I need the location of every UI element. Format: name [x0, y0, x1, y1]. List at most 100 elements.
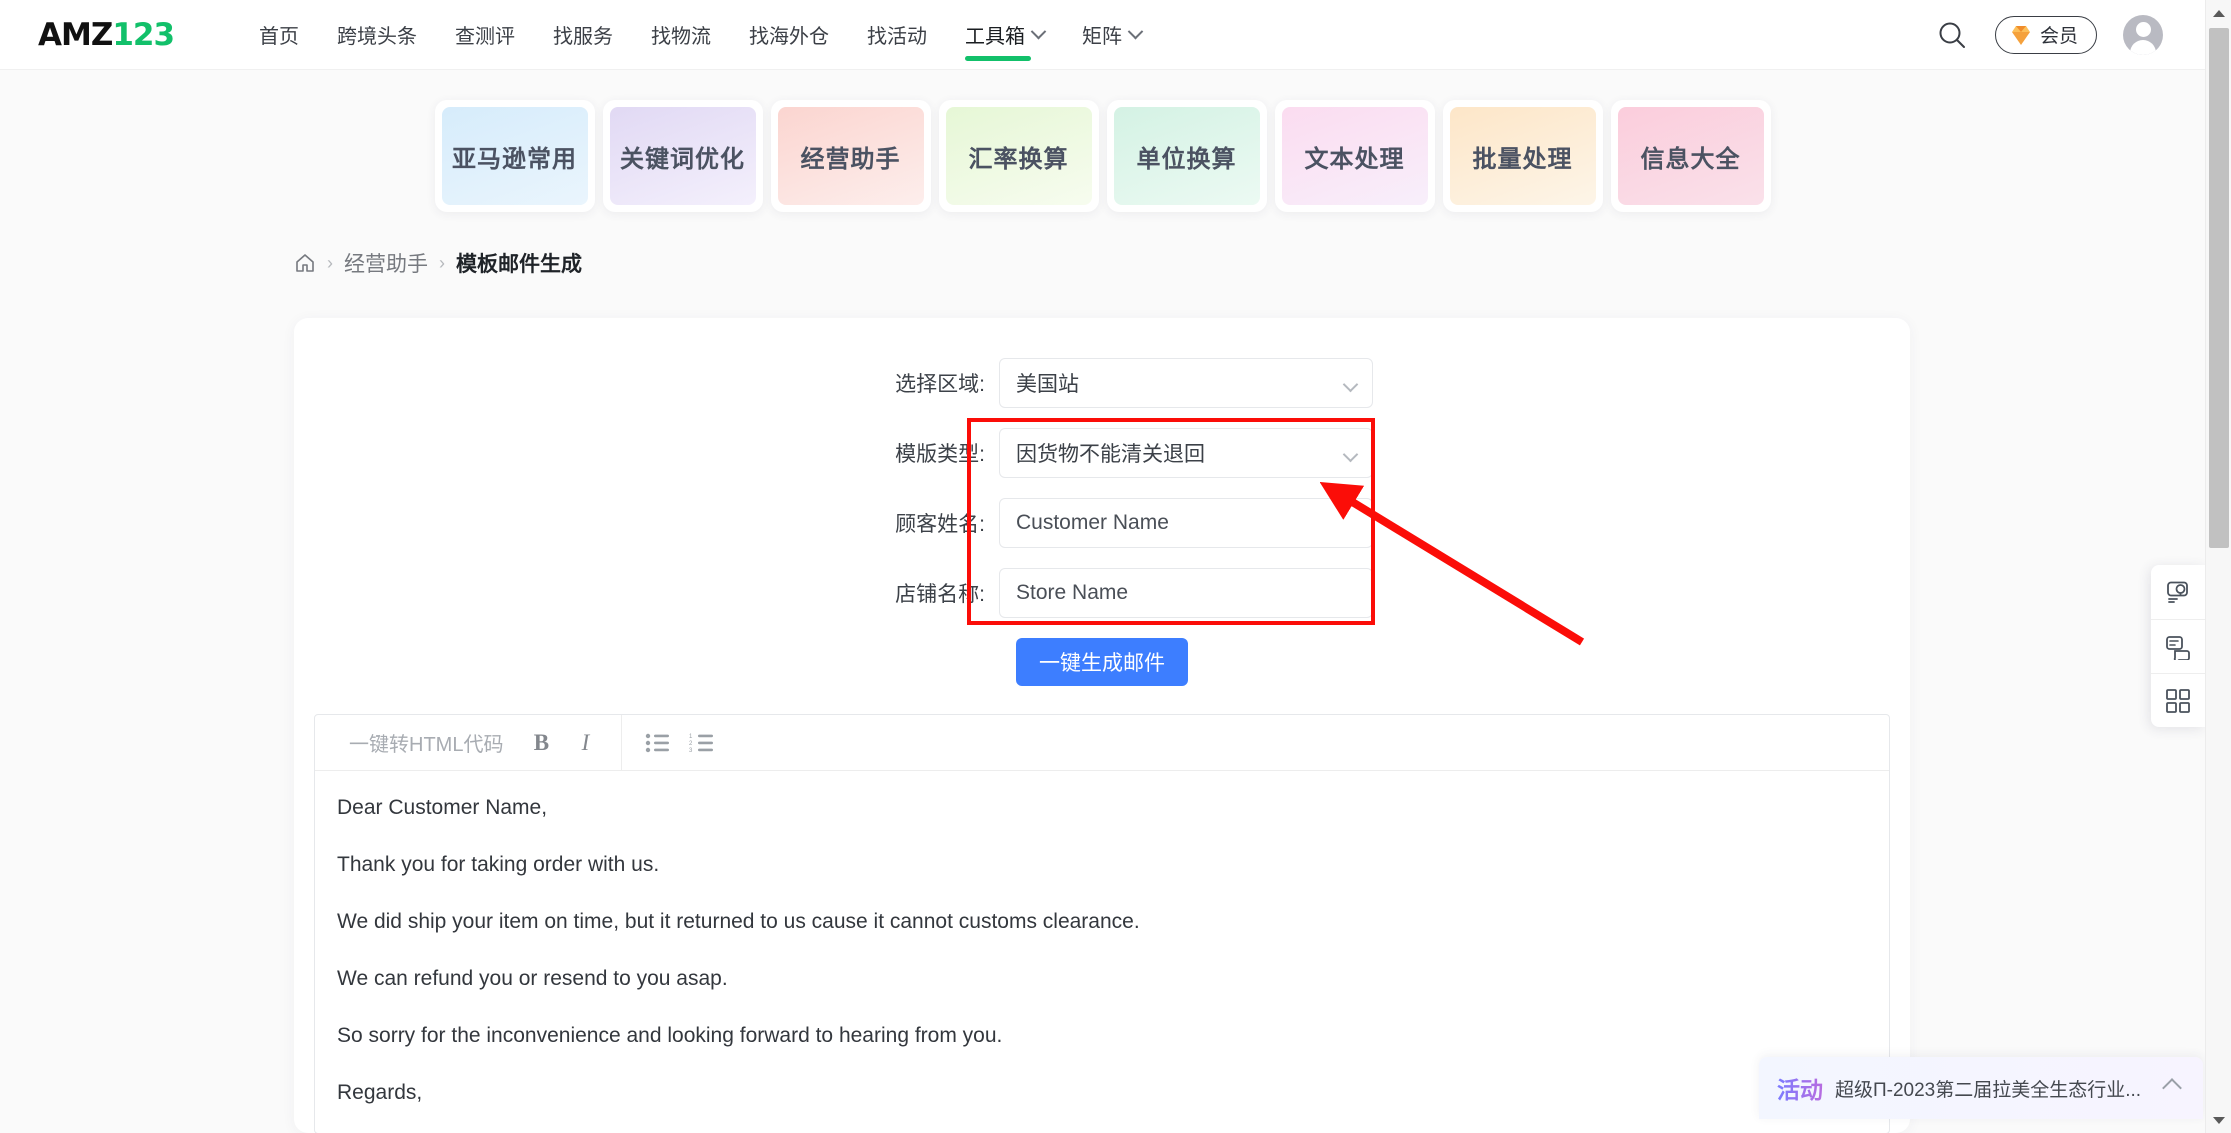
editor-toolbar: 一键转HTML代码 B I 1 2 3 [315, 715, 1889, 771]
toolbar-divider [621, 715, 623, 771]
nav-label: 找海外仓 [749, 26, 830, 48]
chevron-down-icon [1342, 446, 1359, 463]
nav-item-home[interactable]: 首页 [240, 0, 318, 70]
nav-item-matrix[interactable]: 矩阵 [1063, 0, 1160, 70]
generate-email-button[interactable]: 一键生成邮件 [1016, 638, 1188, 686]
chevron-up-icon[interactable] [2162, 1078, 2182, 1098]
card-label-wrap: 汇率换算 [945, 107, 1092, 205]
card-label: 关键词优化 [620, 144, 745, 173]
numbered-list-icon[interactable]: 1 2 3 [680, 723, 724, 763]
bold-button[interactable]: B [519, 723, 563, 763]
email-line: We did ship your item on time, but it re… [337, 910, 1140, 933]
card-text-processing[interactable]: 文本处理 [1274, 100, 1435, 212]
nav-item-overseas-warehouse[interactable]: 找海外仓 [730, 0, 848, 70]
logo-123-text: 123 [112, 16, 175, 53]
store-name-label: 店铺名称: [895, 583, 985, 606]
search-icon[interactable] [1935, 18, 1969, 52]
suggestion-icon[interactable] [2151, 565, 2205, 619]
nav-item-services[interactable]: 找服务 [534, 0, 632, 70]
breadcrumb-item-parent[interactable]: 经营助手 [344, 248, 428, 278]
breadcrumb-item-current: 模板邮件生成 [456, 253, 582, 276]
card-label: 经营助手 [800, 144, 901, 173]
breadcrumb-separator: › [439, 252, 445, 273]
card-currency-conversion[interactable]: 汇率换算 [938, 100, 1099, 212]
svg-text:2: 2 [689, 741, 693, 747]
email-line: Regards, [337, 1081, 423, 1104]
email-line: We can refund you or resend to you asap. [337, 967, 728, 990]
bullet-list-icon[interactable] [636, 723, 680, 763]
italic-button[interactable]: I [563, 723, 607, 763]
nav-item-reviews[interactable]: 查测评 [436, 0, 534, 70]
card-label-wrap: 经营助手 [777, 107, 924, 205]
form-row-region: 选择区域: 美国站 [294, 358, 1910, 408]
breadcrumb: › 经营助手 › 模板邮件生成 [294, 248, 582, 278]
customer-name-input[interactable]: Customer Name [999, 498, 1373, 548]
email-template-form: 选择区域: 美国站 模版类型: 因货物不能清关退回 顾客姓名: Customer… [294, 358, 1910, 686]
email-line: So sorry for the inconvenience and looki… [337, 1024, 1003, 1047]
browser-scrollbar[interactable] [2205, 0, 2231, 1133]
card-batch-processing[interactable]: 批量处理 [1442, 100, 1603, 212]
site-logo[interactable]: AMZ123 [38, 16, 175, 53]
scroll-down-arrow[interactable] [2206, 1107, 2231, 1133]
nav-label: 找服务 [553, 26, 614, 48]
feedback-chat-icon[interactable] [2151, 619, 2205, 673]
template-type-label: 模版类型: [895, 443, 985, 466]
card-label-wrap: 批量处理 [1449, 107, 1596, 205]
card-unit-conversion[interactable]: 单位换算 [1106, 100, 1267, 212]
customer-name-value: Customer Name [1016, 511, 1169, 534]
card-label: 信息大全 [1640, 144, 1741, 173]
logo-amz-text: AMZ [38, 16, 113, 53]
region-label: 选择区域: [895, 373, 985, 396]
card-label-wrap: 文本处理 [1281, 107, 1428, 205]
card-label: 批量处理 [1472, 144, 1573, 173]
nav-item-logistics[interactable]: 找物流 [632, 0, 730, 70]
header-actions: 会员 [1935, 14, 2163, 55]
card-label: 汇率换算 [968, 144, 1069, 173]
region-select[interactable]: 美国站 [999, 358, 1373, 408]
side-toolbar [2151, 565, 2205, 727]
qrcode-icon[interactable] [2151, 673, 2205, 727]
breadcrumb-separator: › [327, 252, 333, 273]
svg-text:3: 3 [689, 748, 693, 754]
home-icon[interactable] [294, 252, 316, 274]
activity-notice-bar[interactable]: 活动 超级П-2023第二届拉美全生态行业... [1759, 1057, 2203, 1119]
chevron-down-icon [1342, 376, 1359, 393]
card-label: 亚马逊常用 [452, 144, 577, 173]
nav-item-news[interactable]: 跨境头条 [318, 0, 436, 70]
member-label: 会员 [2039, 26, 2078, 47]
convert-to-html-button[interactable]: 一键转HTML代码 [333, 728, 519, 757]
nav-label: 跨境头条 [337, 26, 418, 48]
svg-text:1: 1 [689, 734, 693, 740]
scroll-up-arrow[interactable] [2206, 0, 2231, 26]
nav-label: 矩阵 [1082, 26, 1123, 48]
nav-label: 查测评 [455, 26, 516, 48]
form-row-customer-name: 顾客姓名: Customer Name [294, 498, 1910, 548]
form-row-store-name: 店铺名称: Store Name [294, 568, 1910, 618]
category-cards: 亚马逊常用 关键词优化 经营助手 汇率换算 单位换算 文本处理 批量处理 信息大… [0, 100, 2205, 212]
card-operations-assistant[interactable]: 经营助手 [770, 100, 931, 212]
card-info-encyclopedia[interactable]: 信息大全 [1610, 100, 1771, 212]
email-body[interactable]: Dear Customer Name, Thank you for taking… [315, 771, 1889, 1133]
chevron-down-icon [1127, 23, 1144, 40]
notice-tag: 活动 [1777, 1071, 1823, 1105]
scrollbar-thumb[interactable] [2209, 28, 2229, 548]
template-type-value: 因货物不能清关退回 [1016, 443, 1205, 466]
card-keyword-optimization[interactable]: 关键词优化 [602, 100, 763, 212]
card-amazon-common[interactable]: 亚马逊常用 [434, 100, 595, 212]
avatar[interactable] [2123, 14, 2163, 55]
customer-name-label: 顾客姓名: [895, 513, 985, 536]
nav-item-events[interactable]: 找活动 [848, 0, 946, 70]
email-editor: 一键转HTML代码 B I 1 2 3 Dear Customer Name, … [314, 714, 1890, 1133]
email-line: Thank you for taking order with us. [337, 853, 660, 876]
region-value: 美国站 [1016, 373, 1079, 396]
member-button[interactable]: 会员 [1994, 15, 2097, 54]
store-name-input[interactable]: Store Name [999, 568, 1373, 618]
notice-text[interactable]: 超级П-2023第二届拉美全生态行业... [1835, 1075, 2153, 1102]
template-type-select[interactable]: 因货物不能清关退回 [999, 428, 1373, 478]
nav-label: 工具箱 [965, 26, 1026, 48]
card-label-wrap: 亚马逊常用 [441, 107, 588, 205]
nav-item-toolbox[interactable]: 工具箱 [946, 0, 1063, 70]
form-row-template-type: 模版类型: 因货物不能清关退回 [294, 428, 1910, 478]
card-label: 单位换算 [1136, 144, 1237, 173]
card-label: 文本处理 [1304, 144, 1405, 173]
